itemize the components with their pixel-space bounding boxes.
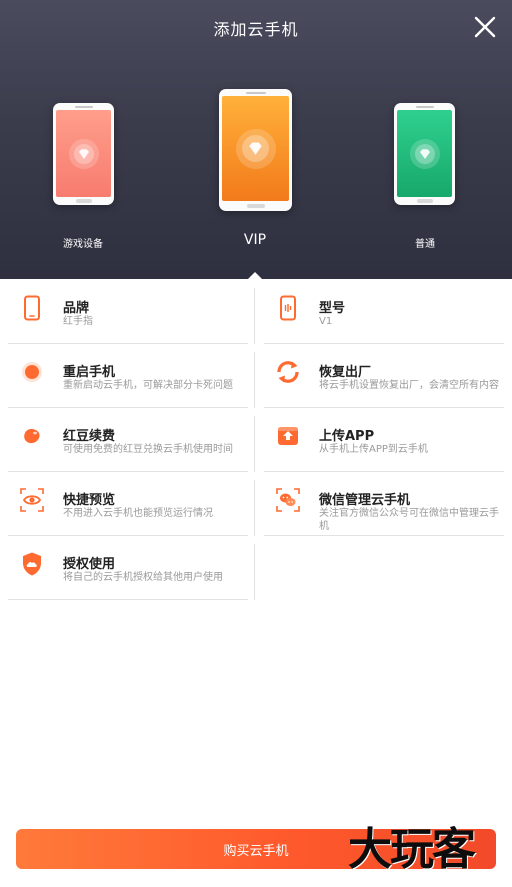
device-option-normal[interactable] [394, 103, 455, 205]
column-divider [254, 288, 255, 344]
column-divider [254, 416, 255, 472]
factory-reset-icon [274, 358, 302, 386]
column-divider [254, 352, 255, 408]
feature-restart[interactable]: 重启手机 重新启动云手机，可解决部分卡死问题 [8, 344, 248, 408]
feature-title: 品牌 [63, 301, 90, 316]
feature-authorize[interactable]: 授权使用 将自己的云手机授权给其他用户使用 [8, 536, 248, 600]
phone-speaker [245, 92, 266, 94]
phone-screen [56, 110, 111, 197]
feature-title: 红豆续费 [63, 429, 116, 444]
device-label-vip: VIP [243, 232, 267, 248]
page-title: 添加云手机 [213, 20, 299, 39]
phone-home-button [416, 199, 433, 203]
feature-title: 授权使用 [63, 557, 116, 572]
device-option-game[interactable] [53, 103, 114, 205]
phone-screen [397, 110, 452, 197]
feature-title: 上传APP [319, 429, 375, 444]
feature-desc: 从手机上传APP到云手机 [319, 444, 428, 455]
gem-icon [78, 148, 89, 159]
device-selector-header: 添加云手机 游戏设备 VIP 普通 [0, 0, 512, 280]
phone-speaker [415, 106, 434, 108]
device-option-vip[interactable] [219, 89, 292, 211]
feature-title: 快捷预览 [63, 493, 116, 508]
feature-desc: 关注官方微信公众号可在微信中管理云手机 [319, 508, 499, 532]
feature-desc: 可使用免费的红豆兑换云手机使用时间 [63, 444, 233, 455]
feature-desc: 不用进入云手机也能预览运行情况 [63, 508, 213, 519]
device-label-game: 游戏设备 [63, 239, 103, 250]
phone-home-button [75, 199, 92, 203]
wechat-icon [274, 486, 302, 514]
feature-model[interactable]: 型号 V1 [264, 280, 504, 344]
phone-speaker [74, 106, 93, 108]
feature-quick-preview[interactable]: 快捷预览 不用进入云手机也能预览运行情况 [8, 472, 248, 536]
feature-factory-reset[interactable]: 恢复出厂 将云手机设置恢复出厂，会清空所有内容 [264, 344, 504, 408]
feature-title: 型号 [319, 301, 346, 316]
watermark-logo: 大玩客 [348, 824, 476, 875]
restart-icon [18, 358, 46, 386]
phone-outline-icon [18, 294, 46, 322]
selection-pointer [247, 272, 263, 280]
feature-desc: 将云手机设置恢复出厂，会清空所有内容 [319, 380, 499, 391]
feature-desc: 重新启动云手机，可解决部分卡死问题 [63, 380, 233, 391]
phone-home-button [246, 204, 265, 208]
phone-screen [222, 96, 289, 201]
feature-desc: 红手指 [63, 316, 93, 327]
feature-title: 微信管理云手机 [319, 493, 411, 508]
close-icon [474, 16, 496, 38]
feature-wechat-manage[interactable]: 微信管理云手机 关注官方微信公众号可在微信中管理云手机 [264, 472, 504, 536]
shield-cloud-icon [18, 550, 46, 578]
phone-model-icon [274, 294, 302, 322]
device-label-normal: 普通 [415, 239, 435, 250]
feature-brand[interactable]: 品牌 红手指 [8, 280, 248, 344]
gem-icon [249, 142, 262, 155]
feature-title: 恢复出厂 [319, 365, 372, 380]
feature-redbean-renew[interactable]: 红豆续费 可使用免费的红豆兑换云手机使用时间 [8, 408, 248, 472]
column-divider [254, 544, 255, 600]
eye-icon [18, 486, 46, 514]
upload-icon [274, 422, 302, 450]
feature-desc: V1 [319, 316, 333, 327]
feature-desc: 将自己的云手机授权给其他用户使用 [63, 572, 223, 583]
bean-icon [18, 422, 46, 450]
feature-upload-app[interactable]: 上传APP 从手机上传APP到云手机 [264, 408, 504, 472]
gem-icon [419, 148, 430, 159]
feature-title: 重启手机 [63, 365, 116, 380]
column-divider [254, 480, 255, 536]
close-button[interactable] [472, 14, 498, 40]
